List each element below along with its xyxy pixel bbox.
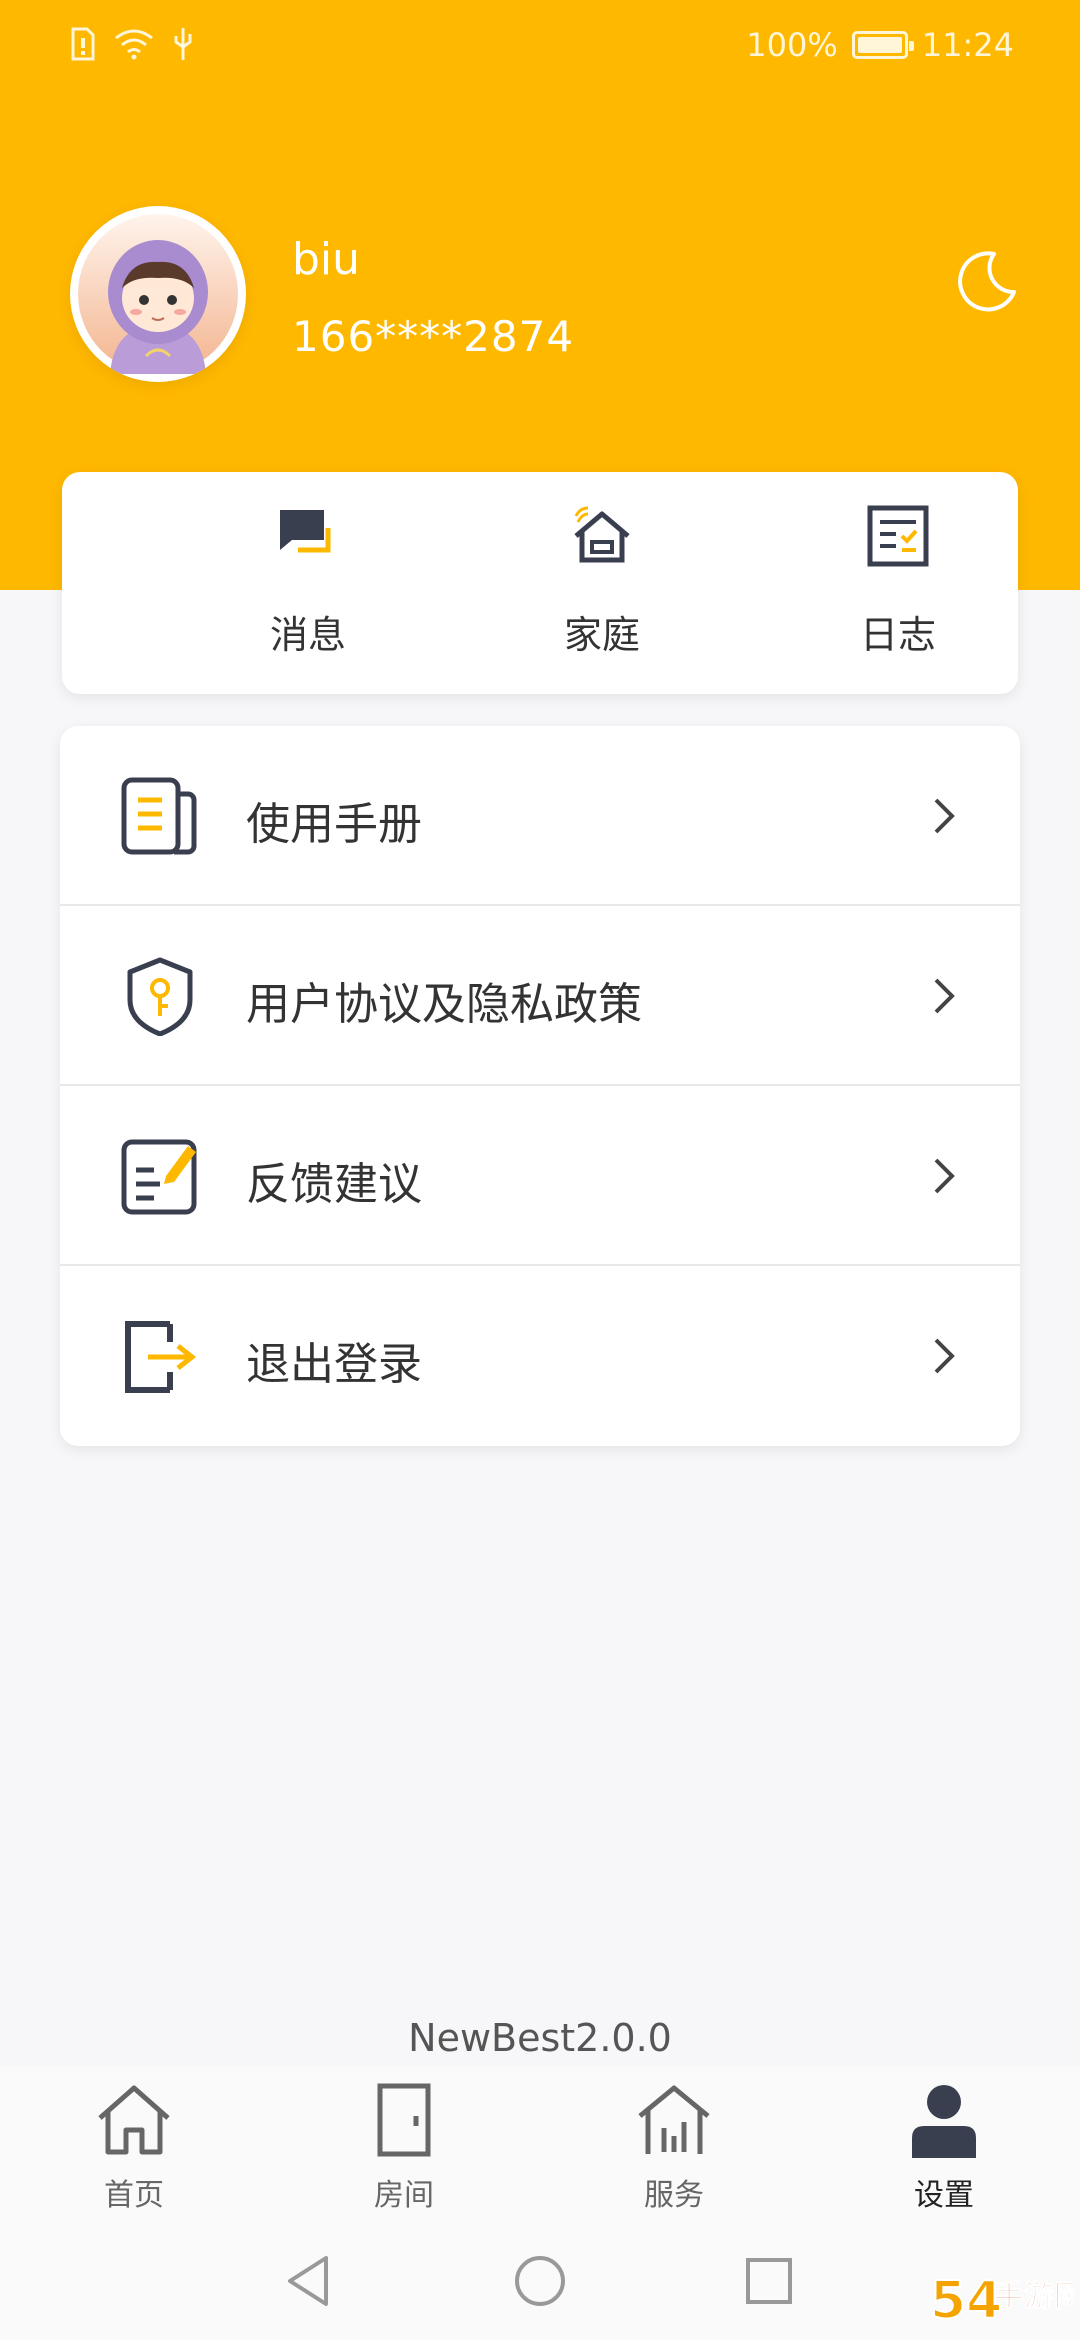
service-icon xyxy=(634,2080,714,2160)
chevron-right-icon xyxy=(918,970,970,1022)
battery-icon xyxy=(851,31,914,59)
menu-item-logout[interactable]: 退出登录 xyxy=(60,1266,1020,1446)
menu-item-label: 退出登录 xyxy=(246,1339,422,1390)
feedback-icon xyxy=(120,1136,200,1216)
quick-action-messages[interactable]: 消息 xyxy=(208,472,408,694)
quick-action-label: 消息 xyxy=(269,613,346,657)
app-version: NewBest2.0.0 xyxy=(408,2016,672,2060)
quick-action-family[interactable]: 家庭 xyxy=(502,472,702,694)
tab-label: 房间 xyxy=(374,2178,434,2213)
menu-item-label: 使用手册 xyxy=(246,799,422,850)
settings-menu: 使用手册 用户协议及隐私政策 反馈建议 退出登录 xyxy=(60,726,1020,1446)
tab-services[interactable]: 服务 xyxy=(574,2066,774,2226)
tab-label: 服务 xyxy=(644,2178,704,2213)
svg-text:手游网: 手游网 xyxy=(994,2279,1074,2314)
svg-text:54: 54 xyxy=(930,2271,1002,2331)
recents-icon[interactable] xyxy=(734,2246,804,2316)
status-bar: 100% 11:24 xyxy=(0,0,1080,92)
usb-icon xyxy=(172,26,194,62)
back-icon[interactable] xyxy=(274,2246,344,2316)
user-phone: 166****2874 xyxy=(292,312,575,361)
logout-icon xyxy=(120,1316,200,1396)
log-icon xyxy=(866,504,930,568)
door-icon xyxy=(364,2080,444,2160)
home-icon xyxy=(94,2080,174,2160)
menu-item-manual[interactable]: 使用手册 xyxy=(60,726,1020,906)
system-nav-bar xyxy=(0,2226,1080,2340)
shield-key-icon xyxy=(120,956,200,1037)
quick-actions-card: 消息 家庭 日志 xyxy=(62,472,1018,694)
battery-percent: 100% xyxy=(746,26,838,64)
chevron-right-icon xyxy=(918,1150,970,1202)
tab-settings[interactable]: 设置 xyxy=(844,2066,1044,2226)
menu-item-label: 反馈建议 xyxy=(246,1159,422,1210)
tab-label: 首页 xyxy=(104,2178,164,2213)
sim-alert-icon xyxy=(70,27,96,61)
status-icons-left xyxy=(70,26,194,62)
chevron-right-icon xyxy=(918,790,970,842)
person-icon xyxy=(904,2080,984,2160)
quick-action-label: 日志 xyxy=(859,613,936,657)
moon-icon[interactable] xyxy=(952,246,1022,316)
tab-rooms[interactable]: 房间 xyxy=(304,2066,504,2226)
quick-action-log[interactable]: 日志 xyxy=(798,472,998,694)
tab-label: 设置 xyxy=(914,2178,974,2213)
bottom-nav: 首页 房间 服务 设置 xyxy=(0,2066,1080,2226)
message-icon xyxy=(276,504,340,568)
home-circle-icon[interactable] xyxy=(505,2246,575,2316)
quick-action-label: 家庭 xyxy=(563,613,640,657)
manual-icon xyxy=(120,776,200,856)
home-wifi-icon xyxy=(570,504,634,568)
chevron-right-icon xyxy=(918,1330,970,1382)
status-icons-right: 100% 11:24 xyxy=(746,26,1014,64)
clock: 11:24 xyxy=(921,26,1014,64)
wifi-icon xyxy=(114,28,154,60)
avatar[interactable] xyxy=(70,206,246,382)
watermark-logo: 54 手游网 xyxy=(928,2262,1080,2334)
menu-item-privacy[interactable]: 用户协议及隐私政策 xyxy=(60,906,1020,1086)
menu-item-feedback[interactable]: 反馈建议 xyxy=(60,1086,1020,1266)
user-name: biu xyxy=(292,234,361,285)
tab-home[interactable]: 首页 xyxy=(34,2066,234,2226)
menu-item-label: 用户协议及隐私政策 xyxy=(246,979,642,1030)
